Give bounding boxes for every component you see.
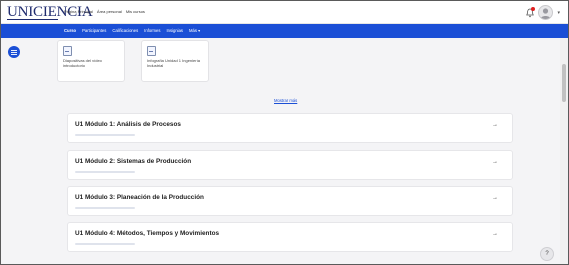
resource-label: Infografía Unidad 1 Ingeniería Industria… <box>147 58 200 68</box>
tab-reports[interactable]: Informes <box>144 28 160 33</box>
module-title: U1 Módulo 1: Análisis de Procesos <box>75 121 181 128</box>
user-menu-area: ▾ <box>526 5 560 20</box>
user-avatar-icon[interactable] <box>538 5 554 20</box>
arrow-right-icon[interactable]: → <box>492 159 498 165</box>
tab-participants[interactable]: Participantes <box>82 28 106 33</box>
nav-home[interactable]: Página Principal <box>64 9 93 14</box>
arrow-right-icon[interactable]: → <box>492 231 498 237</box>
tab-grades[interactable]: Calificaciones <box>112 28 138 33</box>
arrow-right-icon[interactable]: → <box>492 122 498 128</box>
nav-dashboard[interactable]: Área personal <box>97 9 122 14</box>
arrow-right-icon[interactable]: → <box>492 195 498 201</box>
module-card[interactable]: U1 Módulo 2: Sistemas de Producción → <box>67 150 513 180</box>
tab-more[interactable]: Más ▾ <box>189 28 200 33</box>
file-icon <box>63 46 72 56</box>
course-content: Diapositivas del vídeo introductorio Inf… <box>56 38 516 264</box>
module-progress-bar <box>75 243 135 245</box>
tab-badges[interactable]: Insignias <box>166 28 183 33</box>
resource-card[interactable]: Infografía Unidad 1 Ingeniería Industria… <box>141 40 209 82</box>
nav-my-courses[interactable]: Mis cursos <box>126 9 145 14</box>
browser-frame: UNICIENCIA Página Principal Área persona… <box>0 0 569 265</box>
help-icon[interactable]: ? <box>540 247 554 261</box>
resource-label: Diapositivas del vídeo introductorio <box>63 58 102 68</box>
logo-underline <box>7 19 58 20</box>
scrollbar-thumb[interactable] <box>562 64 566 102</box>
module-progress-bar <box>75 207 135 209</box>
module-title: U1 Módulo 4: Métodos, Tiempos y Movimien… <box>75 230 220 237</box>
resource-card[interactable]: Diapositivas del vídeo introductorio <box>57 40 125 82</box>
course-nav-bar: Curso Participantes Calificaciones Infor… <box>1 24 568 38</box>
chevron-down-icon[interactable]: ▾ <box>557 10 560 16</box>
file-icon <box>147 46 156 56</box>
notification-badge <box>531 6 536 11</box>
bell-icon[interactable] <box>526 6 536 18</box>
module-progress-bar <box>75 171 135 173</box>
module-card[interactable]: U1 Módulo 1: Análisis de Procesos → <box>67 113 513 143</box>
module-progress-bar <box>75 134 135 136</box>
module-card[interactable]: U1 Módulo 3: Planeación de la Producción… <box>67 186 513 216</box>
module-title: U1 Módulo 2: Sistemas de Producción <box>75 158 192 165</box>
module-card[interactable]: U1 Módulo 4: Métodos, Tiempos y Movimien… <box>67 222 513 252</box>
show-more-link[interactable]: Mostrar más <box>274 98 297 103</box>
module-title: U1 Módulo 3: Planeación de la Producción <box>75 194 204 201</box>
primary-nav: Página Principal Área personal Mis curso… <box>64 9 145 14</box>
drawer-toggle-icon[interactable] <box>8 46 20 58</box>
site-header: UNICIENCIA Página Principal Área persona… <box>1 1 568 24</box>
tab-course[interactable]: Curso <box>64 28 76 33</box>
